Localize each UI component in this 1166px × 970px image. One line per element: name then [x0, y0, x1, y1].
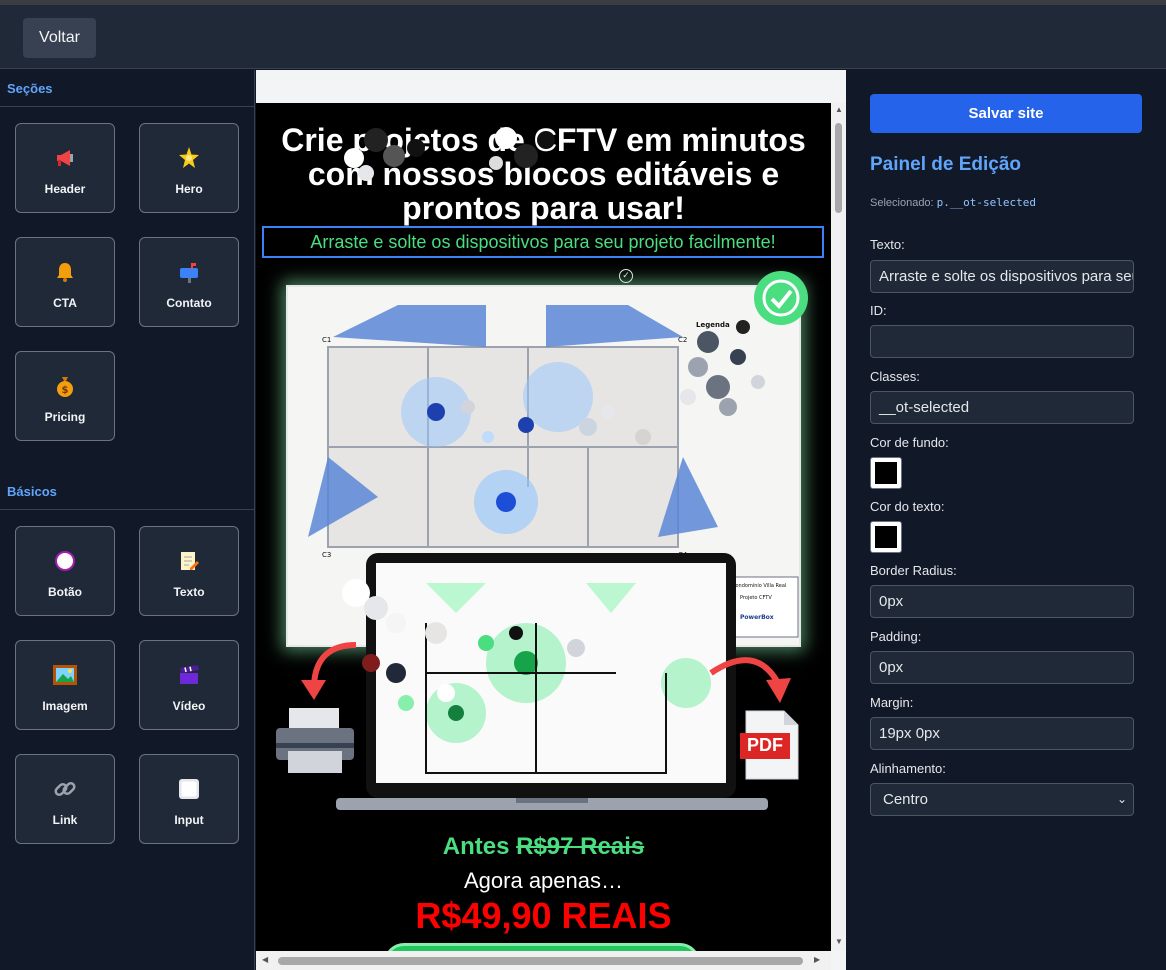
- block-label: Imagem: [42, 699, 88, 713]
- panel-title: Painel de Edição: [870, 154, 1021, 175]
- plan-camera-label: C2: [678, 336, 687, 344]
- price-big[interactable]: R$49,90 REAIS: [256, 895, 831, 937]
- classes-field[interactable]: __ot-selected: [870, 391, 1134, 424]
- alignment-select[interactable]: Centro ⌄: [870, 783, 1134, 816]
- bell-icon: [16, 260, 114, 284]
- divider: [0, 106, 255, 107]
- id-field[interactable]: [870, 325, 1134, 358]
- selected-value: p.__ot-selected: [936, 196, 1037, 209]
- vertical-scroll-thumb[interactable]: [835, 123, 842, 213]
- megaphone-icon: [16, 146, 114, 170]
- clapper-board-icon: [140, 663, 238, 687]
- price-before[interactable]: Antes R$97 Reais: [256, 833, 831, 861]
- border-radius-field[interactable]: 0px: [870, 585, 1134, 618]
- padding-label: Padding:: [870, 629, 922, 644]
- text-field-label: Texto:: [870, 237, 905, 252]
- block-header[interactable]: Header: [15, 123, 115, 213]
- id-field-label: ID:: [870, 303, 887, 318]
- scroll-right-icon[interactable]: ▶: [814, 955, 820, 964]
- page-canvas[interactable]: Crie projetos de CFTV em minutos com nos…: [256, 103, 831, 951]
- block-link[interactable]: Link: [15, 754, 115, 844]
- save-site-button[interactable]: Salvar site: [870, 94, 1142, 133]
- input-box-icon: [140, 777, 238, 801]
- cta-button-partial[interactable]: [384, 943, 700, 951]
- printer-icon: [276, 708, 354, 773]
- block-cta[interactable]: CTA: [15, 237, 115, 327]
- basics-title: Básicos: [7, 484, 57, 499]
- alignment-value: Centro: [883, 791, 929, 808]
- memo-pencil-icon: [140, 549, 238, 573]
- classes-field-label: Classes:: [870, 369, 920, 384]
- blocks-sidebar: Seções Header Hero CTA Contato $ Pricing…: [0, 70, 255, 970]
- block-input[interactable]: Input: [139, 754, 239, 844]
- block-label: Link: [52, 813, 78, 827]
- block-label: Botão: [48, 585, 82, 599]
- selected-label: Selecionado:: [870, 197, 934, 209]
- block-label: Input: [174, 813, 204, 827]
- red-arrow-right-icon: [709, 657, 791, 703]
- svg-text:$: $: [62, 385, 69, 396]
- block-label: Contato: [166, 296, 212, 310]
- framed-picture-icon: [16, 663, 114, 687]
- divider: [0, 509, 255, 510]
- block-pricing[interactable]: $ Pricing: [15, 351, 115, 441]
- vertical-scrollbar[interactable]: ▲ ▼: [831, 103, 846, 951]
- price-before-label: Antes: [442, 833, 510, 860]
- edit-panel: Salvar site Painel de Edição Selecionado…: [847, 70, 1166, 970]
- mailbox-icon: [140, 260, 238, 284]
- bg-color-label: Cor de fundo:: [870, 435, 949, 450]
- padding-field[interactable]: 0px: [870, 651, 1134, 684]
- block-label: Pricing: [44, 410, 86, 424]
- text-color-label: Cor do texto:: [870, 499, 945, 514]
- scroll-down-icon[interactable]: ▼: [835, 937, 843, 946]
- block-hero[interactable]: Hero: [139, 123, 239, 213]
- price-before-value: R$97 Reais: [516, 833, 645, 860]
- block-label: Header: [44, 182, 86, 196]
- pdf-label: PDF: [747, 735, 783, 755]
- red-arrow-left-icon: [301, 642, 357, 700]
- laptop-mockup: [336, 553, 768, 810]
- device-cluster: [344, 127, 555, 181]
- preview-area: Crie projetos de CFTV em minutos com nos…: [256, 70, 846, 970]
- plan-camera-label: C1: [322, 336, 331, 344]
- block-contato[interactable]: Contato: [139, 237, 239, 327]
- margin-field[interactable]: 19px 0px: [870, 717, 1134, 750]
- plan-legend: Legenda: [696, 321, 730, 329]
- money-bag-icon: $: [16, 374, 114, 398]
- scroll-left-icon[interactable]: ◀: [262, 955, 268, 964]
- sections-title: Seções: [7, 81, 53, 96]
- scroll-up-icon[interactable]: ▲: [835, 105, 843, 114]
- block-label: Vídeo: [172, 699, 206, 713]
- block-video[interactable]: Vídeo: [139, 640, 239, 730]
- alignment-label: Alinhamento:: [870, 761, 946, 776]
- horizontal-scrollbar[interactable]: ◀ ▶: [256, 951, 831, 970]
- block-texto[interactable]: Texto: [139, 526, 239, 616]
- radio-circle-icon: [16, 549, 114, 573]
- horizontal-scroll-thumb[interactable]: [278, 957, 803, 965]
- top-bar: Voltar: [0, 5, 1166, 69]
- back-button[interactable]: Voltar: [23, 18, 96, 58]
- margin-label: Margin:: [870, 695, 914, 710]
- hero-subtitle-selected[interactable]: Arraste e solte os dispositivos para seu…: [262, 226, 824, 258]
- price-now[interactable]: Agora apenas…: [256, 868, 831, 894]
- border-radius-label: Border Radius:: [870, 563, 957, 578]
- text-color-picker[interactable]: [870, 521, 902, 553]
- plan-camera-label: C3: [322, 551, 331, 559]
- small-check-icon: ✓: [619, 269, 633, 283]
- selected-element: Selecionado: p.__ot-selected: [870, 196, 1036, 209]
- block-imagem[interactable]: Imagem: [15, 640, 115, 730]
- block-label: Texto: [173, 585, 205, 599]
- block-label: Hero: [175, 182, 203, 196]
- text-field[interactable]: Arraste e solte os dispositivos para seu…: [870, 260, 1134, 293]
- check-badge-icon: [754, 271, 808, 325]
- sparkle-star-icon: [140, 146, 238, 170]
- chevron-down-icon: ⌄: [1116, 792, 1127, 806]
- block-botao[interactable]: Botão: [15, 526, 115, 616]
- pdf-file-icon: PDF: [740, 709, 800, 781]
- bg-color-picker[interactable]: [870, 457, 902, 489]
- block-label: CTA: [53, 296, 77, 310]
- link-icon: [16, 777, 114, 801]
